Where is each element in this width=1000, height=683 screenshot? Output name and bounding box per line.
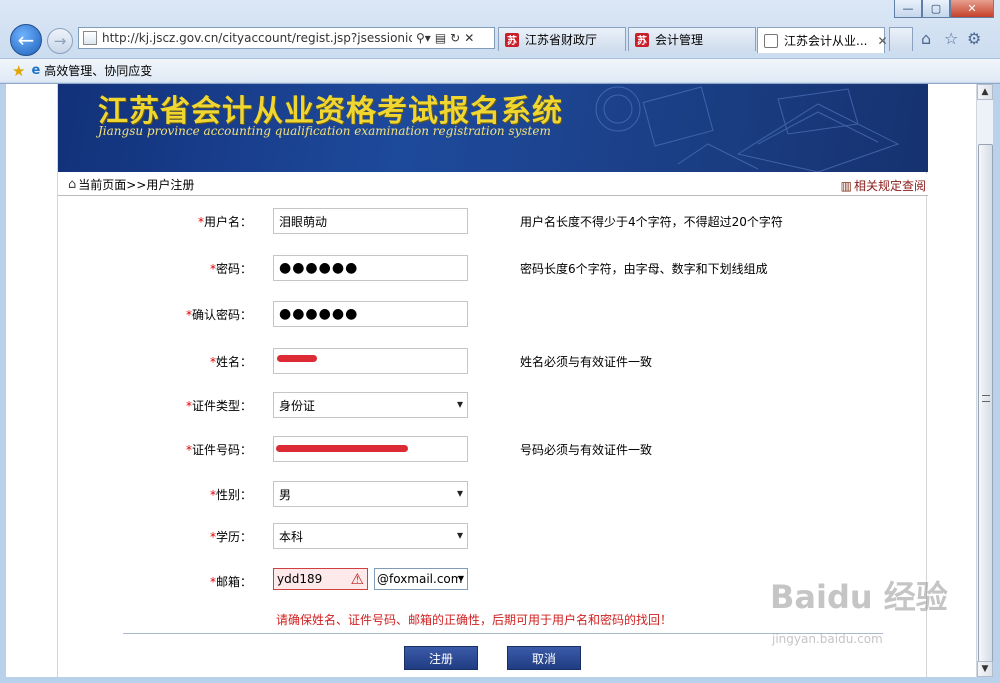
banner-subtitle: Jiangsu province accounting qualificatio… (98, 124, 551, 138)
warning-icon: ⚠ (350, 570, 364, 588)
redaction-mark (276, 445, 408, 452)
id-number-hint: 号码必须与有效证件一致 (520, 443, 653, 457)
education-select[interactable]: 本科 (273, 523, 468, 549)
search-icon[interactable]: ⚲▾ (416, 31, 431, 45)
name-row: *姓名： 姓名必须与有效证件一致 (58, 348, 928, 374)
compat-view-icon[interactable]: ▤ (435, 31, 446, 45)
tab-accounting-registration[interactable]: 江苏会计从业... ✕ (757, 27, 888, 53)
close-window-button[interactable]: ✕ (950, 0, 994, 18)
confirm-password-input[interactable]: ●●●●●● (273, 301, 468, 327)
minimize-button[interactable]: — (894, 0, 922, 18)
redaction-mark (277, 355, 317, 362)
tab-label: 江苏省财政厅 (525, 33, 598, 47)
new-tab-button[interactable] (889, 27, 913, 51)
page-viewport: 江苏省会计从业资格考试报名系统 Jiangsu province account… (6, 84, 976, 677)
tab-jiangsu-finance[interactable]: 苏 江苏省财政厅 (498, 27, 626, 51)
scroll-thumb[interactable] (978, 144, 993, 664)
id-type-row: *证件类型： 身份证 (58, 392, 928, 418)
email-domain-select[interactable]: @foxmail.com (374, 568, 468, 590)
name-input[interactable] (273, 348, 468, 374)
username-hint: 用户名长度不得少于4个字符，不得超过20个字符 (520, 215, 783, 229)
back-button[interactable]: ← (10, 24, 42, 56)
id-type-label: *证件类型： (185, 399, 252, 413)
window-controls: — ▢ ✕ (894, 0, 994, 18)
book-icon: ▥ (840, 178, 852, 193)
id-type-select[interactable]: 身份证 (273, 392, 468, 418)
password-row: *密码： ●●●●●● 密码长度6个字符，由字母、数字和下划线组成 (58, 255, 928, 281)
name-label: *姓名： (209, 355, 252, 369)
tab-accounting-management[interactable]: 苏 会计管理 (628, 27, 756, 51)
home-icon: ⌂ (68, 177, 77, 192)
username-input[interactable]: 泪眼萌动 (273, 208, 468, 234)
form-notice: 请确保姓名、证件号码、邮箱的正确性，后期可用于用户名和密码的找回！ (276, 613, 673, 627)
rules-link-label[interactable]: 相关规定查阅 (854, 177, 926, 194)
name-hint: 姓名必须与有效证件一致 (520, 355, 653, 369)
favorites-star-icon[interactable]: ☆ (944, 29, 958, 48)
ie-page-icon: e (31, 63, 41, 78)
email-user-input[interactable]: ydd189 ⚠ (273, 568, 368, 590)
refresh-icon[interactable]: ↻ (450, 31, 460, 45)
email-row: *邮箱： ydd189 ⚠ @foxmail.com (58, 568, 928, 594)
scroll-down-arrow-icon[interactable]: ▼ (977, 661, 993, 677)
register-button[interactable]: 注册 (404, 646, 478, 670)
jiangsu-favicon-icon: 苏 (635, 32, 649, 47)
scroll-up-arrow-icon[interactable]: ▲ (977, 84, 993, 100)
gender-select[interactable]: 男 (273, 481, 468, 507)
education-row: *学历： 本科 (58, 523, 928, 549)
address-url[interactable]: http://kj.jscz.gov.cn/cityaccount/regist… (102, 31, 412, 45)
page-favicon-icon (764, 33, 778, 48)
gender-label: *性别： (209, 488, 252, 502)
breadcrumb-text: 当前页面>>用户注册 (78, 178, 195, 192)
favorites-bar: ★ e 高效管理、协同应变 (0, 58, 1000, 82)
page-icon (83, 31, 97, 45)
jiangsu-favicon-icon: 苏 (505, 32, 519, 47)
gender-row: *性别： 男 (58, 481, 928, 507)
rules-link[interactable]: ▥ 相关规定查阅 (841, 177, 926, 194)
grip-icon (982, 395, 990, 402)
gear-icon[interactable]: ⚙ (967, 29, 981, 48)
stop-icon[interactable]: ✕ (464, 31, 474, 45)
confirm-password-label: *确认密码： (185, 308, 252, 322)
breadcrumb: ⌂ 当前页面>>用户注册 ▥ 相关规定查阅 (58, 174, 928, 196)
id-number-label: *证件号码： (185, 443, 252, 457)
password-input[interactable]: ●●●●●● (273, 255, 468, 281)
vertical-scrollbar[interactable]: ▲ ▼ (976, 84, 993, 677)
page-container: 江苏省会计从业资格考试报名系统 Jiangsu province account… (57, 84, 928, 677)
tab-label: 会计管理 (655, 33, 704, 47)
tab-label: 江苏会计从业... (784, 34, 868, 48)
education-label: *学历： (209, 530, 252, 544)
cancel-button[interactable]: 取消 (507, 646, 581, 670)
close-tab-icon[interactable]: ✕ (877, 34, 887, 48)
maximize-button[interactable]: ▢ (922, 0, 950, 18)
address-bar[interactable]: http://kj.jscz.gov.cn/cityaccount/regist… (78, 27, 495, 49)
forward-button[interactable]: → (47, 28, 73, 54)
favorites-icon[interactable]: ★ (12, 62, 25, 80)
email-label: *邮箱： (209, 575, 252, 589)
password-hint: 密码长度6个字符，由字母、数字和下划线组成 (520, 262, 768, 276)
id-number-row: *证件号码： 号码必须与有效证件一致 (58, 436, 928, 462)
browser-chrome: — ▢ ✕ ← → http://kj.jscz.gov.cn/cityacco… (0, 0, 1000, 84)
password-label: *密码： (209, 262, 252, 276)
confirm-password-row: *确认密码： ●●●●●● (58, 301, 928, 327)
favorites-item[interactable]: 高效管理、协同应变 (44, 62, 152, 79)
site-banner: 江苏省会计从业资格考试报名系统 Jiangsu province account… (58, 84, 928, 172)
username-label: *用户名： (197, 215, 252, 229)
title-bar: — ▢ ✕ (0, 0, 1000, 20)
home-icon[interactable]: ⌂ (921, 29, 931, 48)
id-number-input[interactable] (273, 436, 468, 462)
divider (123, 633, 883, 634)
username-row: *用户名： 泪眼萌动 用户名长度不得少于4个字符，不得超过20个字符 (58, 208, 928, 234)
